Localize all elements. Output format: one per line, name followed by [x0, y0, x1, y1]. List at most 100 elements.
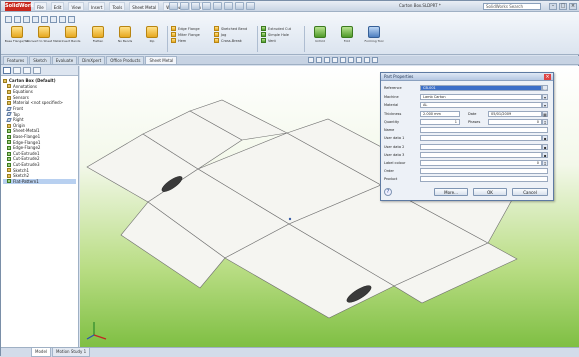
- folder-icon: [7, 101, 11, 106]
- tab-sheet-metal[interactable]: Sheet Metal: [145, 56, 178, 64]
- menu-insert[interactable]: Insert: [87, 2, 106, 11]
- no-bends-button[interactable]: No Bends: [113, 26, 137, 52]
- scene-icon[interactable]: [372, 57, 378, 63]
- previous-view-icon[interactable]: [324, 57, 330, 63]
- undo-icon[interactable]: [213, 2, 222, 10]
- insert-bends-button[interactable]: Insert Bends: [59, 26, 83, 52]
- thickness-field[interactable]: 2.000 mm: [420, 111, 460, 117]
- hide-show-icon[interactable]: [356, 57, 362, 63]
- redo-arrow-icon[interactable]: [50, 16, 57, 23]
- edge-flange-button[interactable]: Edge Flange: [171, 26, 211, 31]
- cancel-button[interactable]: Cancel: [512, 188, 548, 196]
- options-icon[interactable]: [246, 2, 255, 10]
- name-field[interactable]: [420, 127, 548, 133]
- chevron-down-icon[interactable]: ▾: [542, 94, 548, 100]
- ok-button[interactable]: OK: [473, 188, 507, 196]
- insert-bends-icon: [65, 26, 77, 38]
- convert-to-sheet-metal-button[interactable]: Convert to Sheet Metal: [27, 26, 61, 52]
- minimize-button[interactable]: –: [549, 3, 557, 10]
- appearance-icon[interactable]: [364, 57, 370, 63]
- zoom-fit-icon[interactable]: [308, 57, 314, 63]
- cursor-icon[interactable]: [59, 16, 66, 23]
- sketched-bend-button[interactable]: Sketched Bend: [214, 26, 254, 31]
- edit-icon[interactable]: ▪: [542, 144, 548, 150]
- tab-evaluate[interactable]: Evaluate: [51, 56, 78, 64]
- simple-hole-button[interactable]: Simple Hole: [261, 32, 301, 37]
- flatten-button[interactable]: Flatten: [86, 26, 110, 52]
- extruded-cut-button[interactable]: Extruded Cut: [261, 26, 301, 31]
- undo-arrow-icon[interactable]: [41, 16, 48, 23]
- save-document-icon[interactable]: [23, 16, 30, 23]
- display-style-icon[interactable]: [348, 57, 354, 63]
- tab-dimxpert[interactable]: DimXpert: [78, 56, 106, 64]
- save-icon[interactable]: [191, 2, 200, 10]
- phases-stepper[interactable]: 0: [488, 119, 542, 125]
- open-document-icon[interactable]: [14, 16, 21, 23]
- vent-button[interactable]: Vent: [261, 38, 301, 43]
- quantity-stepper[interactable]: 1: [420, 119, 460, 125]
- order-field[interactable]: [420, 168, 548, 174]
- configuration-tab-icon[interactable]: [23, 67, 31, 74]
- hem-button[interactable]: Hem: [171, 38, 211, 43]
- cross-break-icon: [214, 38, 219, 43]
- user-data-1-field[interactable]: [420, 135, 542, 141]
- dimxpert-tab-icon[interactable]: [33, 67, 41, 74]
- product-field[interactable]: [420, 176, 548, 182]
- feature-icon: [7, 151, 11, 156]
- phases-label: Phases: [468, 120, 481, 124]
- base-flange-tab-button[interactable]: Base Flange/Tab: [5, 26, 29, 52]
- menu-sheet-metal[interactable]: Sheet Metal: [129, 2, 160, 11]
- date-field[interactable]: 05/01/2009: [488, 111, 542, 117]
- property-manager-tab-icon[interactable]: [13, 67, 21, 74]
- label-colour-stepper[interactable]: 0: [420, 160, 542, 166]
- rebuild-icon[interactable]: [235, 2, 244, 10]
- unfold-button[interactable]: Unfold: [308, 26, 332, 52]
- tab-sketch[interactable]: Sketch: [29, 56, 51, 64]
- help-icon[interactable]: ?: [384, 188, 392, 196]
- user-data-3-field[interactable]: [420, 152, 542, 158]
- menu-tools[interactable]: Tools: [109, 2, 126, 11]
- menu-view[interactable]: View: [68, 2, 84, 11]
- calendar-icon[interactable]: ▦: [542, 111, 548, 117]
- feature-tree-tab-icon[interactable]: [3, 67, 11, 74]
- feature-icon: [7, 179, 11, 184]
- new-document-icon[interactable]: [5, 16, 12, 23]
- edit-icon[interactable]: ▪: [542, 152, 548, 158]
- miter-flange-button[interactable]: Miter Flange: [171, 32, 211, 37]
- reference-browse-icon[interactable]: …: [542, 85, 548, 91]
- chevron-down-icon[interactable]: ▾: [542, 102, 548, 108]
- material-select[interactable]: AL: [420, 102, 542, 108]
- select-icon[interactable]: [224, 2, 233, 10]
- dialog-close-button[interactable]: ×: [544, 74, 551, 80]
- rip-button[interactable]: Rip: [140, 26, 164, 52]
- fold-button[interactable]: Fold: [335, 26, 359, 52]
- search-input[interactable]: SolidWorks Search: [483, 3, 541, 10]
- close-button[interactable]: ×: [569, 3, 577, 10]
- tree-item-flat-pattern1[interactable]: Flat-Pattern1: [3, 178, 76, 185]
- zoom-area-icon[interactable]: [316, 57, 322, 63]
- machine-select[interactable]: Lamb Carton: [420, 94, 542, 100]
- more-button[interactable]: More...: [434, 188, 468, 196]
- section-view-icon[interactable]: [332, 57, 338, 63]
- traffic-light-icon[interactable]: [68, 16, 75, 23]
- tab-office-products[interactable]: Office Products: [106, 56, 145, 64]
- forming-tool-button[interactable]: Forming Tool: [362, 26, 386, 52]
- spin-arrows-icon[interactable]: ↕: [542, 160, 548, 166]
- reference-field[interactable]: CB-001: [420, 85, 542, 91]
- reference-triad: [86, 322, 107, 340]
- user-data-2-field[interactable]: [420, 144, 542, 150]
- spin-arrows-icon[interactable]: ↕: [542, 119, 548, 125]
- menu-edit[interactable]: Edit: [50, 2, 65, 11]
- cross-break-button[interactable]: Cross-Break: [214, 38, 254, 43]
- open-icon[interactable]: [180, 2, 189, 10]
- edit-icon[interactable]: ▪: [542, 135, 548, 141]
- view-orientation-icon[interactable]: [340, 57, 346, 63]
- jog-button[interactable]: Jog: [214, 32, 254, 37]
- print-icon[interactable]: [202, 2, 211, 10]
- menu-file[interactable]: File: [34, 2, 47, 11]
- app-logo[interactable]: SolidWorks: [5, 2, 37, 11]
- print-document-icon[interactable]: [32, 16, 39, 23]
- new-icon[interactable]: [169, 2, 178, 10]
- tab-features[interactable]: Features: [3, 56, 29, 64]
- maximize-button[interactable]: □: [559, 3, 567, 10]
